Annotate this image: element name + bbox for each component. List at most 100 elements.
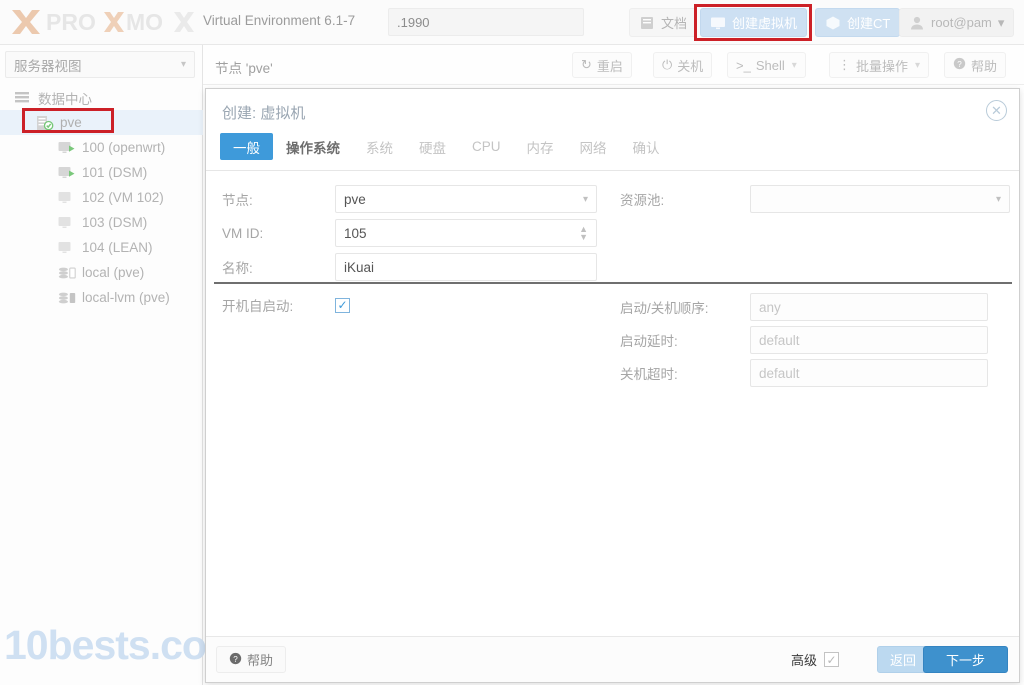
- field-pool: 资源池: ▾: [620, 185, 1010, 213]
- documentation-label: 文档: [661, 16, 688, 31]
- dialog-title: 创建: 虚拟机: [222, 105, 306, 122]
- create-vm-dialog: 创建: 虚拟机 ✕ 一般 操作系统 系统 硬盘 CPU 内存 网络 确认 节点: pve ▾ …: [205, 88, 1020, 683]
- dialog-tab-2: 系统: [366, 140, 393, 156]
- field-autostart: 开机自启动: ✓: [222, 295, 350, 315]
- autostart-checkbox[interactable]: ✓: [335, 297, 350, 313]
- field-start-order: 启动/关机顺序: any: [620, 293, 988, 321]
- tree-item-101-dsm[interactable]: 101 (DSM): [0, 160, 203, 185]
- tree-item-label: 104 (LEAN): [82, 240, 153, 255]
- proxmox-logo[interactable]: PRO MO: [10, 4, 196, 40]
- create-vm-button[interactable]: 创建虚拟机: [700, 8, 808, 37]
- user-icon: [909, 15, 925, 31]
- top-header: PRO MO Virtual Environment 6.1-7 .1990 文…: [0, 0, 1024, 45]
- dialog-header: 创建: 虚拟机 ✕: [206, 89, 1019, 133]
- tree-item-[interactable]: 数据中心: [0, 85, 203, 110]
- create-ct-button[interactable]: 创建CT: [815, 8, 901, 37]
- book-icon: [639, 15, 655, 31]
- header-search-input[interactable]: .1990: [388, 8, 584, 36]
- dialog-tab-0[interactable]: 一般: [220, 133, 273, 160]
- dialog-tab-5: 内存: [526, 140, 554, 156]
- storage-icon: [58, 265, 77, 281]
- dialog-tab-6: 网络: [579, 140, 607, 156]
- reboot-label: 重启: [596, 58, 623, 74]
- name-field-label: 名称:: [222, 261, 253, 276]
- chevron-down-icon: ▾: [180, 59, 186, 70]
- tree-item-pve[interactable]: pve: [0, 110, 203, 135]
- vmid-field-label: VM ID:: [222, 225, 264, 241]
- chevron-down-icon: ▾: [995, 193, 1001, 205]
- refresh-icon: ↻: [581, 57, 592, 72]
- power-icon: ⏻: [662, 57, 673, 72]
- vmid-spinner[interactable]: 105 ▲ ▼: [335, 219, 597, 247]
- tree-item-102-vm-102[interactable]: 102 (VM 102): [0, 185, 203, 210]
- back-button[interactable]: 返回: [876, 646, 929, 673]
- vm-running-icon: [58, 140, 77, 156]
- name-input[interactable]: iKuai: [335, 253, 597, 281]
- create-vm-label: 创建虚拟机: [732, 16, 798, 31]
- proxmox-web-ui: 10bests.com PRO MO Virtual Environment 6…: [0, 0, 1024, 685]
- vm-stopped-icon: [58, 190, 77, 206]
- dialog-body: 节点: pve ▾ VM ID: 105 ▲ ▼ 名称: iKuai 资源池: …: [206, 171, 1019, 638]
- dialog-tab-1[interactable]: 操作系统: [273, 133, 353, 160]
- bulk-actions-label: 批量操作: [856, 58, 909, 74]
- resource-tree: 数据中心 pve 100 (openwrt) 101 (DSM) 102 (VM 102…: [0, 85, 203, 310]
- tree-item-local-lvm-pve[interactable]: local-lvm (pve): [0, 285, 203, 310]
- check-icon: ✓: [826, 652, 837, 667]
- tree-item-103-dsm[interactable]: 103 (DSM): [0, 210, 203, 235]
- startup-delay-value: default: [759, 332, 800, 348]
- pool-select[interactable]: ▾: [750, 185, 1010, 213]
- tree-item-label: 101 (DSM): [82, 165, 148, 180]
- node-icon: [36, 115, 55, 131]
- svg-text:?: ?: [957, 60, 962, 69]
- node-title: 节点 'pve': [215, 61, 273, 76]
- shutdown-timeout-label: 关机超时:: [620, 367, 678, 382]
- svg-text:MO: MO: [126, 9, 163, 35]
- reboot-button[interactable]: ↻ 重启: [572, 52, 632, 78]
- vmid-value: 105: [344, 225, 367, 241]
- startup-delay-label: 启动延时:: [620, 334, 678, 349]
- dialog-tab-3: 硬盘: [419, 140, 446, 156]
- tree-item-label: 数据中心: [38, 91, 92, 107]
- advanced-toggle[interactable]: 高级 ✓: [779, 646, 851, 673]
- shutdown-button[interactable]: ⏻ 关机: [653, 52, 713, 78]
- user-menu-button[interactable]: root@pam ▾: [899, 8, 1015, 37]
- svg-text:PRO: PRO: [46, 9, 96, 35]
- server-view-selector[interactable]: 服务器视图 ▾: [5, 51, 195, 78]
- dialog-help-label: 帮助: [247, 653, 274, 668]
- help-button[interactable]: ? 帮助: [944, 52, 1007, 78]
- advanced-checkbox[interactable]: ✓: [824, 652, 839, 667]
- user-menu-label: root@pam: [931, 15, 992, 30]
- create-ct-label: 创建CT: [847, 16, 891, 31]
- sidebar: 服务器视图 ▾ 数据中心 pve 100 (openwrt) 101 (DSM) 102…: [0, 45, 203, 685]
- tree-item-local-pve[interactable]: local (pve): [0, 260, 203, 285]
- question-icon: ?: [229, 652, 242, 668]
- spinner-arrows-icon[interactable]: ▲ ▼: [579, 225, 588, 242]
- shutdown-timeout-value: default: [759, 365, 800, 381]
- bulk-actions-button[interactable]: ⋮ 批量操作 ▾: [829, 52, 930, 78]
- field-name: 名称: iKuai: [222, 253, 597, 281]
- vm-running-icon: [58, 165, 77, 181]
- cube-icon: [825, 15, 841, 31]
- field-startup-delay: 启动延时: default: [620, 326, 988, 354]
- help-label: 帮助: [971, 58, 998, 74]
- shell-button[interactable]: >_ Shell ▾: [727, 52, 806, 78]
- tree-item-label: 103 (DSM): [82, 215, 148, 230]
- tree-item-104-lean[interactable]: 104 (LEAN): [0, 235, 203, 260]
- tree-item-label: local-lvm (pve): [82, 290, 170, 305]
- name-input-value: iKuai: [344, 259, 375, 275]
- tree-item-label: local (pve): [82, 265, 145, 280]
- next-button[interactable]: 下一步: [922, 646, 1008, 673]
- close-circle-icon[interactable]: ✕: [986, 100, 1007, 121]
- documentation-button[interactable]: 文档: [629, 8, 698, 37]
- shutdown-timeout-input[interactable]: default: [750, 359, 988, 387]
- start-order-input[interactable]: any: [750, 293, 988, 321]
- start-order-label: 启动/关机顺序:: [620, 301, 709, 316]
- dialog-help-button[interactable]: ? 帮助: [216, 646, 287, 673]
- chevron-down-icon: ▾: [582, 193, 588, 205]
- tree-item-100-openwrt[interactable]: 100 (openwrt): [0, 135, 203, 160]
- node-select[interactable]: pve ▾: [335, 185, 597, 213]
- node-select-value: pve: [344, 191, 366, 207]
- startup-delay-input[interactable]: default: [750, 326, 988, 354]
- prompt-icon: >_: [736, 57, 751, 73]
- autostart-field-label: 开机自启动:: [222, 299, 294, 314]
